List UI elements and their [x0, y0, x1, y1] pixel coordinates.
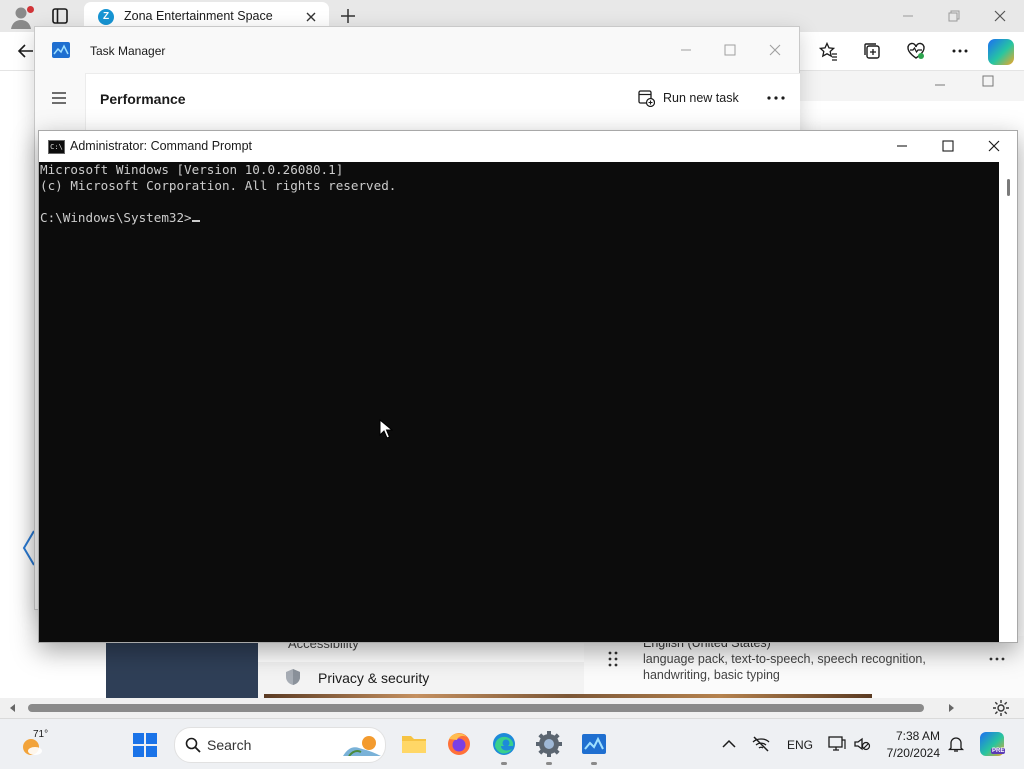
console-line: (c) Microsoft Corporation. All rights re… — [40, 178, 397, 193]
settings-minimize-icon[interactable] — [932, 77, 948, 93]
more-menu-icon[interactable] — [950, 41, 970, 61]
network-disconnected-icon[interactable] — [752, 736, 770, 752]
language-description: language pack, text-to-speech, speech re… — [643, 652, 926, 682]
text-cursor — [191, 220, 200, 222]
volume-muted-icon[interactable] — [853, 736, 871, 752]
cmd-minimize-icon[interactable] — [879, 131, 925, 162]
favorites-star-icon[interactable] — [818, 41, 838, 61]
cmd-titlebar[interactable]: C:\ Administrator: Command Prompt — [39, 131, 1017, 162]
search-icon — [185, 737, 201, 753]
scroll-right-icon[interactable] — [946, 703, 956, 713]
task-manager-content-header: Performance Run new task — [85, 73, 800, 132]
preview-badge: PRE — [991, 748, 1006, 754]
taskbar: 71° Search ENG 7:38 AM 7/20/2024 PRE — [0, 718, 1024, 769]
browser-window-controls — [886, 0, 1024, 32]
input-language-indicator[interactable]: ENG — [787, 738, 813, 752]
clock-time[interactable]: 7:38 AM — [880, 729, 940, 743]
browser-essentials-icon[interactable] — [906, 41, 926, 61]
collections-icon[interactable] — [862, 41, 882, 61]
task-manager-titlebar[interactable]: Task Manager — [35, 27, 799, 73]
tm-more-options-icon[interactable] — [764, 88, 788, 108]
show-hidden-icons-chevron-up-icon[interactable] — [720, 736, 738, 752]
browser-minimize-icon[interactable] — [900, 8, 916, 24]
task-manager-title: Task Manager — [90, 44, 166, 58]
display-icon[interactable] — [828, 736, 846, 752]
run-new-task-button[interactable]: Run new task — [663, 91, 739, 105]
console-prompt: C:\Windows\System32> — [40, 210, 192, 225]
tab-actions-icon[interactable] — [51, 7, 69, 25]
tab-title: Zona Entertainment Space — [124, 9, 273, 23]
language-more-icon[interactable] — [988, 654, 1006, 664]
file-explorer-icon[interactable] — [400, 730, 428, 758]
settings-gear-icon[interactable] — [992, 699, 1010, 717]
taskbar-search-box[interactable]: Search — [174, 727, 386, 763]
back-arrow-icon[interactable] — [16, 41, 36, 61]
horizontal-scroll-thumb[interactable] — [28, 704, 924, 712]
cmd-maximize-icon[interactable] — [925, 131, 971, 162]
browser-close-icon[interactable] — [992, 8, 1008, 24]
sidebar-item-privacy-label: Privacy & security — [318, 670, 430, 686]
run-new-task-icon[interactable] — [638, 90, 655, 107]
tm-close-icon[interactable] — [760, 35, 790, 65]
task-manager-running-indicator — [591, 762, 597, 765]
console-prompt-line[interactable]: C:\Windows\System32> — [40, 210, 200, 226]
cmd-close-icon[interactable] — [971, 131, 1017, 162]
settings-app-icon[interactable] — [535, 730, 563, 758]
browser-restore-icon[interactable] — [946, 8, 962, 24]
scroll-left-icon[interactable] — [8, 703, 18, 713]
cmd-vertical-scrollbar[interactable] — [999, 162, 1017, 642]
hamburger-menu-icon[interactable] — [50, 89, 68, 107]
cmd-console-area[interactable]: Microsoft Windows [Version 10.0.26080.1]… — [39, 162, 999, 642]
search-label: Search — [207, 737, 252, 753]
cmd-scroll-thumb[interactable] — [1007, 179, 1010, 196]
new-tab-button[interactable] — [338, 6, 358, 26]
start-windows-icon[interactable] — [133, 733, 157, 757]
tm-minimize-icon[interactable] — [671, 35, 701, 65]
settings-thumbnail — [106, 636, 258, 698]
mouse-pointer-icon — [379, 419, 393, 439]
weather-temperature: 71° — [33, 729, 49, 740]
cmd-title: Administrator: Command Prompt — [70, 139, 253, 153]
copilot-icon[interactable] — [988, 39, 1014, 65]
edge-browser-icon[interactable] — [490, 730, 518, 758]
settings-running-indicator — [546, 762, 552, 765]
search-highlight-art-icon — [343, 734, 381, 756]
task-manager-taskbar-icon[interactable] — [580, 730, 608, 758]
shield-icon — [284, 668, 302, 686]
edge-running-indicator — [501, 762, 507, 765]
settings-maximize-icon[interactable] — [980, 73, 996, 89]
zona-favicon-icon: Z — [98, 9, 114, 25]
notification-bell-icon[interactable] — [947, 735, 965, 752]
task-manager-app-icon — [52, 42, 70, 58]
drag-handle-icon[interactable] — [604, 650, 622, 668]
page-title: Performance — [100, 91, 186, 107]
settings-titlebar — [800, 71, 1024, 101]
tab-close-icon[interactable] — [302, 8, 320, 26]
cmd-app-icon: C:\ — [48, 140, 65, 154]
tm-maximize-icon[interactable] — [715, 35, 745, 65]
command-prompt-window: C:\ Administrator: Command Prompt Micros… — [38, 130, 1018, 643]
clock-date[interactable]: 7/20/2024 — [880, 746, 940, 760]
notification-dot — [27, 6, 34, 13]
console-line: Microsoft Windows [Version 10.0.26080.1] — [40, 162, 344, 177]
firefox-icon[interactable] — [445, 730, 473, 758]
